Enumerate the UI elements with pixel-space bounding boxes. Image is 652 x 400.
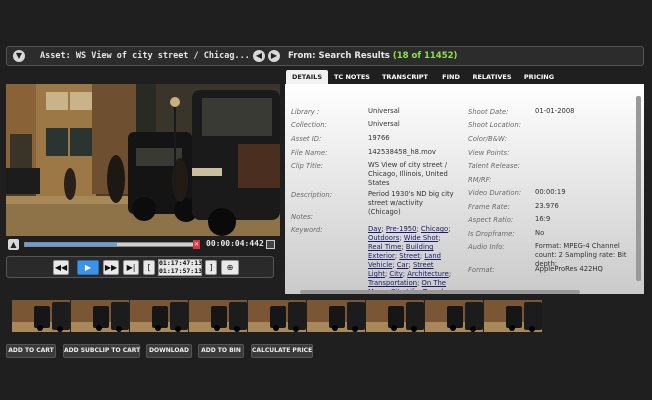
details-panel: Library : Universal Collection: Universa… — [285, 84, 644, 294]
zoom-in-icon[interactable]: ⊕ — [221, 260, 239, 275]
keyword-link[interactable]: Chicago — [421, 225, 448, 233]
keyword-link[interactable]: Street — [399, 252, 420, 260]
details-vertical-scrollbar[interactable] — [636, 96, 641, 281]
tab-relatives[interactable]: RELATIVES — [470, 70, 514, 84]
play-button[interactable]: ▶ — [77, 260, 99, 275]
skip-to-end-icon[interactable]: ▶▶ — [103, 260, 119, 275]
detail-value: 23.976 — [535, 202, 559, 210]
detail-label: Aspect Ratio: — [468, 216, 514, 224]
detail-value: 01-01-2008 — [535, 107, 575, 115]
detail-value: Period 1930's ND big city street w/activ… — [368, 190, 454, 216]
tab-find[interactable]: FIND — [434, 70, 468, 84]
detail-value: Universal — [368, 120, 400, 128]
mark-in-button[interactable]: [ — [143, 260, 155, 275]
add-subclip-to-cart-button[interactable]: ADD SUBCLIP TO CART — [63, 344, 140, 358]
detail-value: No — [535, 229, 545, 237]
tab-pricing[interactable]: PRICING — [516, 70, 562, 84]
progress-fill — [25, 243, 118, 246]
detail-value: AppleProRes 422HQ — [535, 265, 603, 273]
progress-track[interactable]: ✕ — [24, 240, 200, 249]
out-timecode: 01:17:57:13 — [159, 266, 203, 275]
keyword-link[interactable]: Transportation — [368, 279, 417, 287]
detail-label: Keyword: — [291, 226, 323, 234]
detail-value: 00:00:19 — [535, 188, 566, 196]
current-timecode: 00:00:04:442 — [206, 239, 264, 248]
detail-label: Audio Info: — [468, 243, 505, 251]
keyword-link[interactable]: Car — [397, 261, 409, 269]
chevron-up-icon[interactable]: ▲ — [8, 239, 19, 250]
next-result-button[interactable]: ▶ — [268, 50, 280, 62]
keyword-list: Day; Pre-1950; Chicago; Outdoors; Wide S… — [368, 225, 454, 294]
asset-title: Asset: WS View of city street / Chicag..… — [40, 51, 250, 61]
detail-label: Shoot Date: — [468, 108, 509, 116]
tab-transcript[interactable]: TRANSCRIPT — [378, 70, 432, 84]
keyword-link[interactable]: Architecture — [407, 270, 449, 278]
keyword-link[interactable]: Day — [368, 225, 381, 233]
keyword-link[interactable]: Outdoors — [368, 234, 399, 242]
thumbnail[interactable] — [484, 300, 542, 332]
add-to-cart-button[interactable]: ADD TO CART — [6, 344, 56, 358]
playback-controls: ◀◀ ▶ ▶▶ ▶| [ 01:17:47:13 01:17:57:13 ] ⊕ — [6, 256, 274, 278]
previous-result-button[interactable]: ◀ — [253, 50, 265, 62]
mark-out-button[interactable]: ] — [205, 260, 217, 275]
thumbnail[interactable] — [248, 300, 306, 332]
detail-value: 16:9 — [535, 215, 551, 223]
detail-value: WS View of city street / Chicago, Illino… — [368, 161, 448, 187]
calculate-price-button[interactable]: CALCULATE PRICE — [251, 344, 313, 358]
search-results-indicator: From: Search Results (18 of 11452) — [288, 51, 458, 61]
detail-label: Notes: — [291, 213, 313, 221]
thumbnail[interactable] — [71, 300, 129, 332]
thumbnail[interactable] — [366, 300, 424, 332]
detail-label: Format: — [468, 266, 495, 274]
keyword-link[interactable]: City — [389, 270, 402, 278]
detail-label: Clip Title: — [291, 162, 324, 170]
detail-label: Collection: — [291, 121, 327, 129]
detail-label: Talent Release: — [468, 162, 520, 170]
detail-label: Frame Rate: — [468, 203, 510, 211]
detail-label: Asset ID: — [291, 135, 322, 143]
keyword-link[interactable]: Wide Shot — [404, 234, 439, 242]
detail-label: View Points: — [468, 149, 510, 157]
detail-value: 19766 — [368, 134, 390, 142]
detail-value: 142538458_h8.mov — [368, 148, 436, 156]
thumbnail[interactable] — [12, 300, 70, 332]
download-button[interactable]: DOWNLOAD — [146, 344, 192, 358]
video-frame[interactable] — [6, 84, 280, 236]
result-count: (18 of 11452) — [392, 51, 458, 61]
details-horizontal-scrollbar[interactable] — [300, 290, 580, 294]
detail-label: Description: — [291, 191, 333, 199]
in-out-timecodes: 01:17:47:13 01:17:57:13 — [158, 259, 202, 276]
out-marker-icon[interactable]: ✕ — [193, 240, 200, 249]
thumbnail-strip — [12, 300, 544, 332]
detail-label: Library : — [291, 108, 320, 116]
fullscreen-icon[interactable] — [266, 240, 275, 249]
detail-value: Universal — [368, 107, 400, 115]
keyword-link[interactable]: Pre-1950 — [386, 225, 417, 233]
skip-to-start-icon[interactable]: ◀◀ — [53, 260, 69, 275]
thumbnail[interactable] — [189, 300, 247, 332]
thumbnail[interactable] — [307, 300, 365, 332]
thumbnail[interactable] — [425, 300, 483, 332]
detail-label: Is Dropframe: — [468, 230, 515, 238]
timeline-scrubber: ▲ ✕ 00:00:04:442 — [6, 239, 280, 251]
asset-viewer: ▼ Asset: WS View of city street / Chicag… — [0, 0, 652, 400]
step-forward-icon[interactable]: ▶| — [123, 260, 139, 275]
detail-label: Shoot Location: — [468, 121, 521, 129]
video-still-image — [6, 84, 280, 236]
thumbnail[interactable] — [130, 300, 188, 332]
detail-label: File Name: — [291, 149, 328, 157]
detail-label: Color/B&W: — [468, 135, 508, 143]
detail-label: Video Duration: — [468, 189, 522, 197]
chevron-down-icon[interactable]: ▼ — [13, 50, 25, 62]
keyword-link[interactable]: Real Time — [368, 243, 401, 251]
add-to-bin-button[interactable]: ADD TO BIN — [198, 344, 244, 358]
tab-tc-notes[interactable]: TC NOTES — [330, 70, 374, 84]
tab-details[interactable]: DETAILS — [286, 70, 328, 84]
asset-header-bar: ▼ Asset: WS View of city street / Chicag… — [6, 46, 644, 66]
detail-label: RM/RF: — [468, 176, 492, 184]
